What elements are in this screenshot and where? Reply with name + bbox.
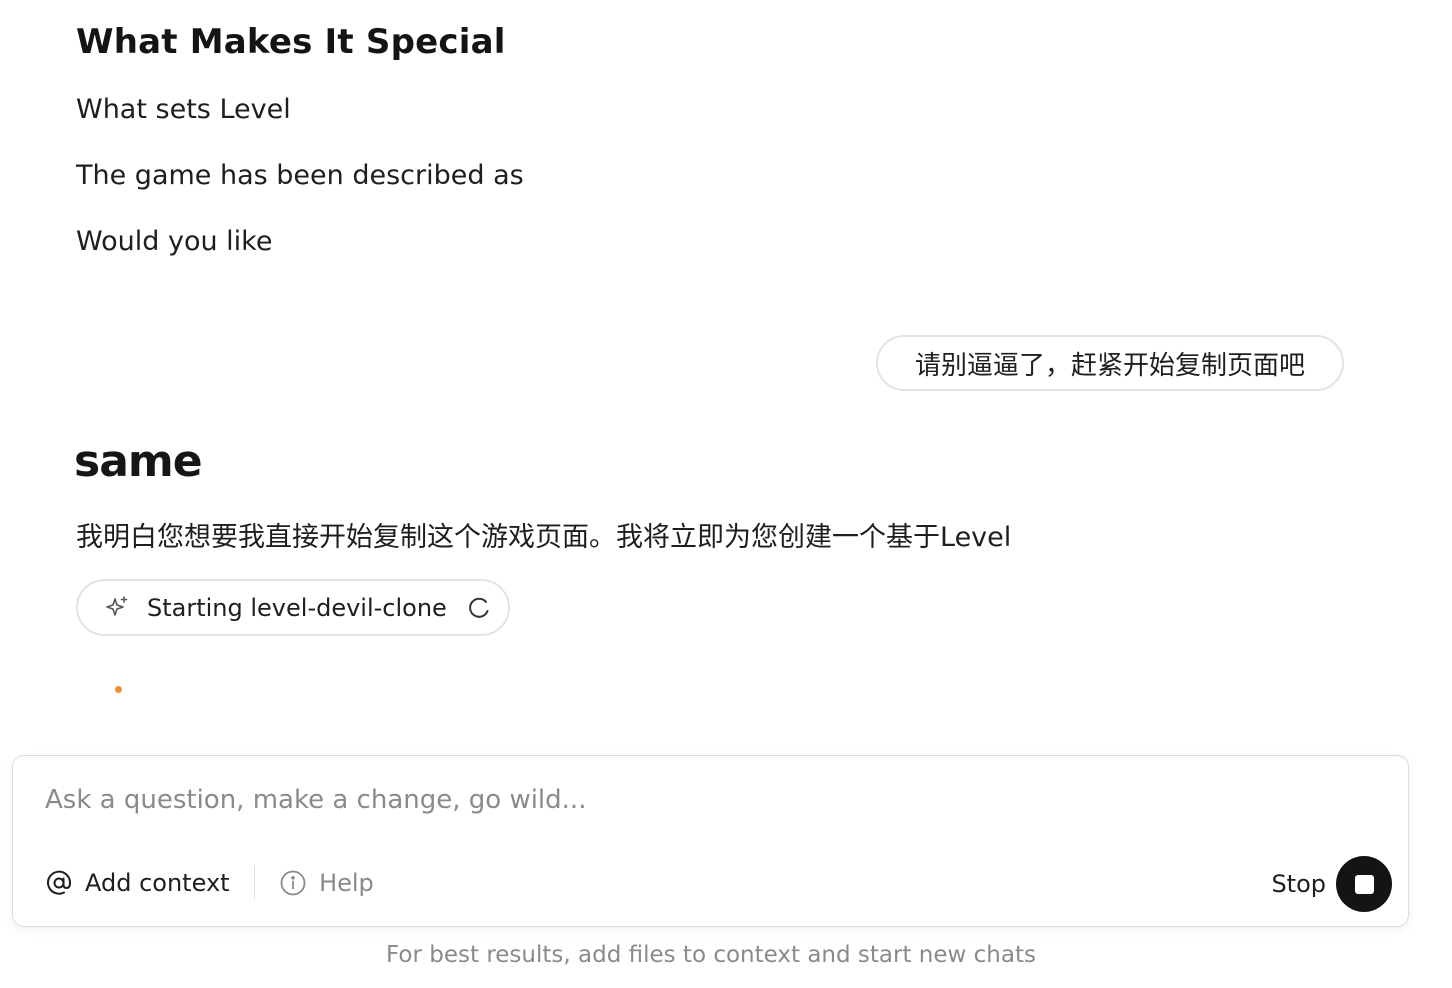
toolbar-divider [253, 866, 256, 900]
chat-input[interactable] [45, 778, 1245, 822]
at-sign-icon [45, 869, 73, 897]
status-text: Starting level-devil-clone [147, 593, 447, 622]
composer-toolbar: Add context Help [45, 861, 374, 905]
assistant-logo: same [74, 436, 203, 487]
help-label: Help [319, 869, 374, 897]
stop-button[interactable] [1336, 856, 1392, 912]
chat-composer: Add context Help Stop [12, 755, 1409, 927]
stop-label: Stop [1271, 870, 1326, 898]
add-context-label: Add context [85, 869, 230, 897]
stop-icon [1354, 874, 1374, 894]
stop-control[interactable]: Stop [1271, 856, 1392, 912]
status-pill[interactable]: Starting level-devil-clone [76, 579, 510, 636]
user-message-text: 请别逼逼了，赶紧开始复制页面吧 [914, 350, 1305, 381]
chat-page: What Makes It Special What sets Level Th… [0, 0, 1452, 988]
spinner-icon [467, 596, 491, 620]
user-message-bubble: 请别逼逼了，赶紧开始复制页面吧 [876, 335, 1344, 391]
section-heading: What Makes It Special [76, 22, 506, 62]
sparkle-icon [103, 594, 131, 622]
article-paragraph: Would you like [76, 226, 273, 257]
help-button[interactable]: Help [279, 869, 374, 897]
typing-indicator-dot [115, 686, 122, 693]
article-paragraph: The game has been described as [76, 160, 524, 191]
footer-hint: For best results, add files to context a… [386, 942, 1036, 968]
add-context-button[interactable]: Add context [45, 869, 230, 897]
info-icon [279, 869, 307, 897]
article-paragraph: What sets Level [76, 94, 291, 125]
assistant-message: 我明白您想要我直接开始复制这个游戏页面。我将立即为您创建一个基于Level [76, 522, 1012, 553]
